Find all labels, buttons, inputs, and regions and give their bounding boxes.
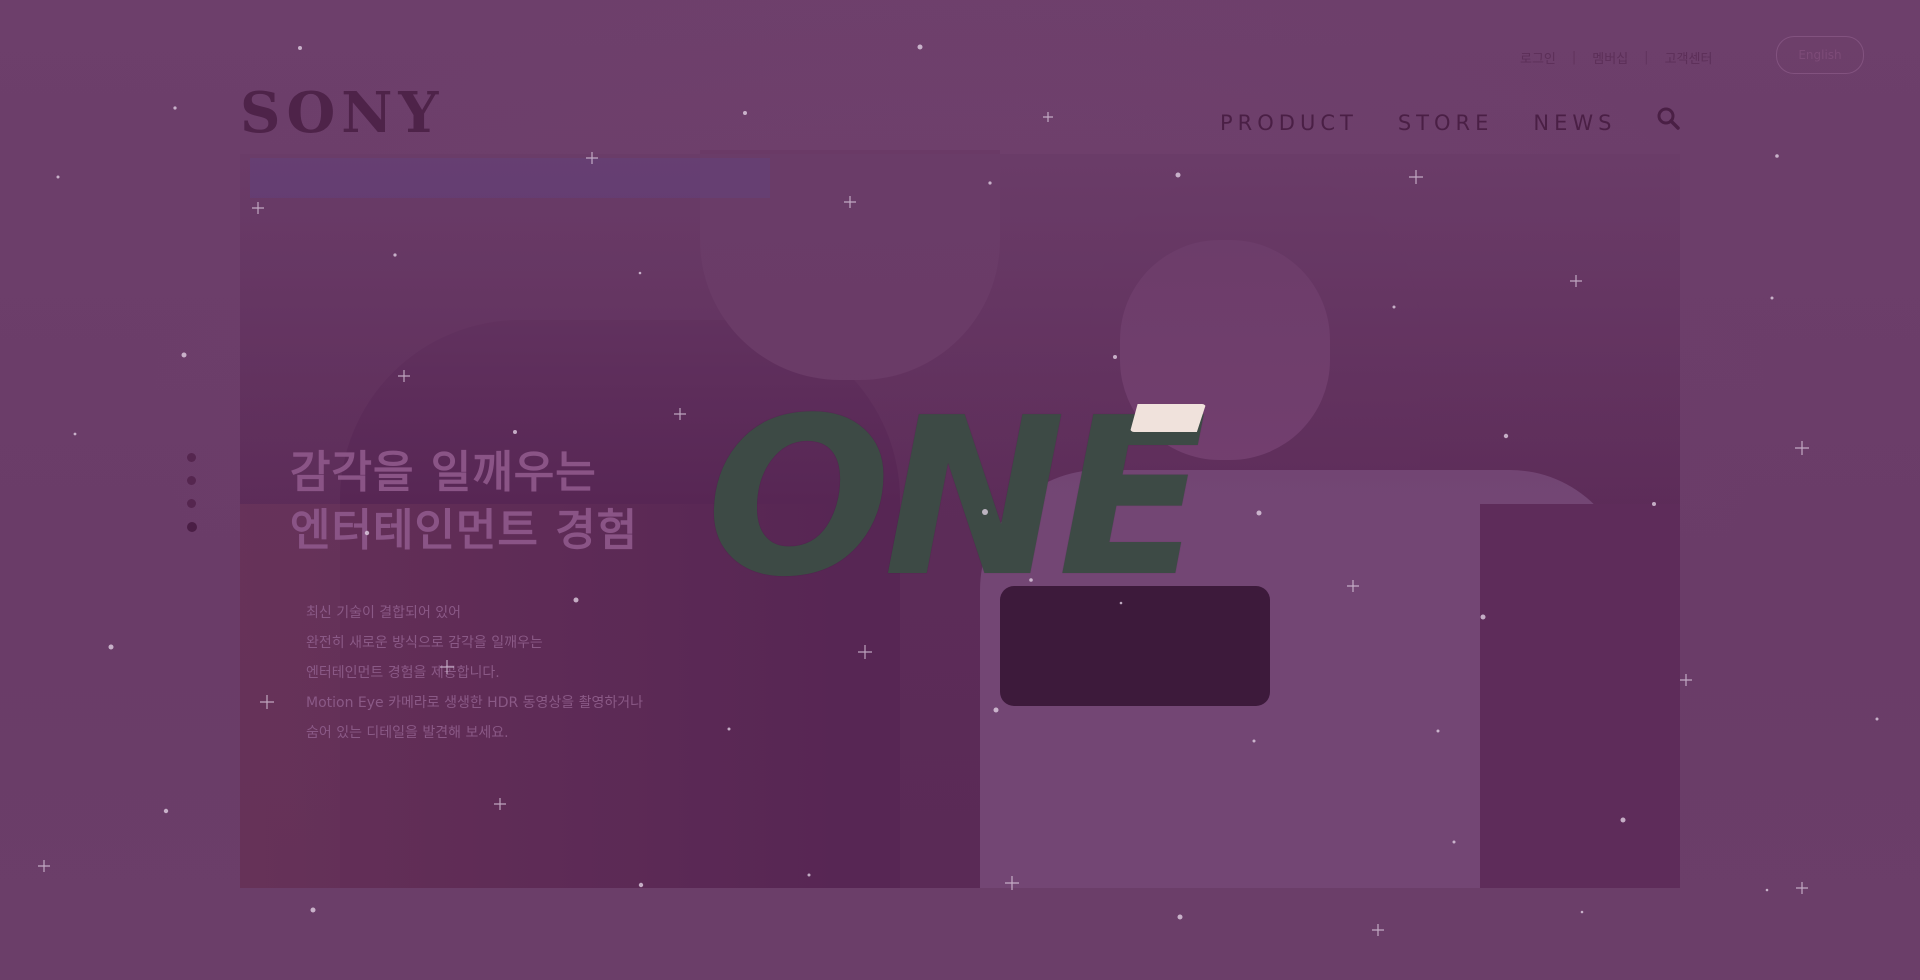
nav-item-product[interactable]: PRODUCT [1220,111,1358,135]
login-link[interactable]: 로그인 [1520,48,1556,67]
link-separator: | [1644,50,1649,65]
pager-dot[interactable] [187,499,196,508]
main-nav: PRODUCT STORE NEWS [1220,107,1681,137]
hero-headline-line-1: 감각을 일깨우는 [290,447,597,498]
language-button[interactable]: English [1776,36,1864,74]
hero-sofa [1480,504,1680,888]
hero-description-line: 최신 기술이 결합되어 있어 [306,605,462,621]
search-icon[interactable] [1656,107,1681,137]
membership-link[interactable]: 멤버십 [1592,48,1628,67]
hero-title-bar [250,158,770,198]
hero-description-line: 숨어 있는 디테일을 발견해 보세요. [306,725,509,741]
hero-big-word-highlight [1130,404,1206,432]
hero-description-line: 완전히 새로운 방식으로 감각을 일깨우는 [306,635,543,651]
hero-headline-line-2: 엔터테인먼트 경험 [290,505,639,556]
nav-item-news[interactable]: NEWS [1533,111,1616,135]
link-separator: | [1571,50,1577,65]
support-link[interactable]: 고객센터 [1665,48,1713,67]
nav-item-store[interactable]: STORE [1398,111,1494,135]
hero-headline: 감각을 일깨우는 엔터테인먼트 경험 [290,444,638,560]
slide-pager [187,453,197,532]
utility-links: 로그인 | 멤버십 | 고객센터 [1520,48,1712,67]
hero-description-line: 엔터테인먼트 경험을 제공합니다. [306,665,500,681]
hero-big-word: ONE [706,372,1207,625]
pager-dot-active[interactable] [187,522,197,532]
sony-logo[interactable]: SONY [240,80,444,146]
pager-dot[interactable] [187,453,196,462]
pager-dot[interactable] [187,476,196,485]
hero-description: 최신 기술이 결합되어 있어 완전히 새로운 방식으로 감각을 일깨우는 엔터테… [306,598,643,748]
hero-description-line: Motion Eye 카메라로 생생한 HDR 동영상을 촬영하거나 [306,695,644,711]
